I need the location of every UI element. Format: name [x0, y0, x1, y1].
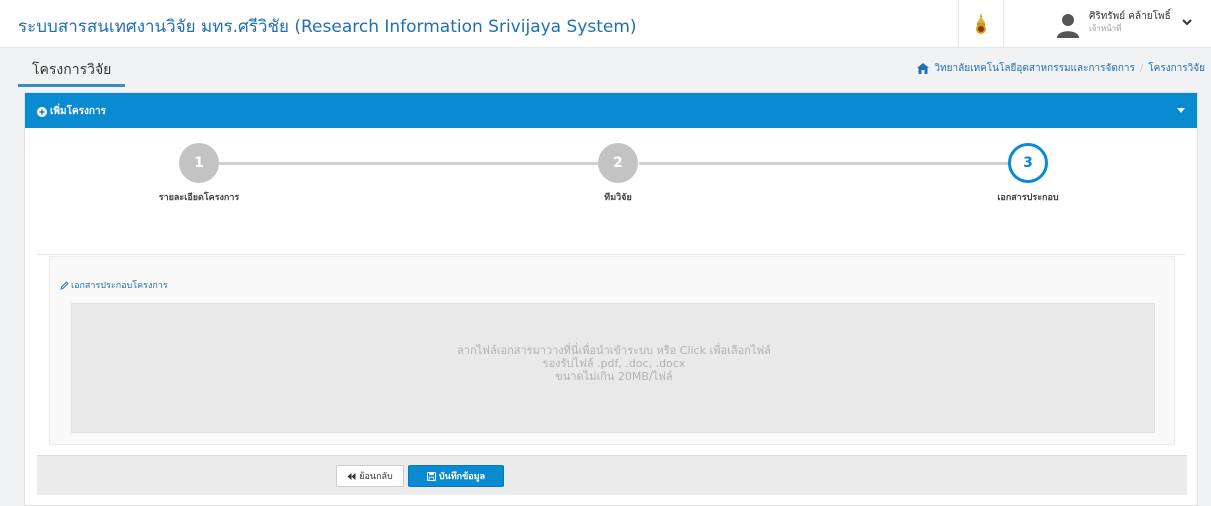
back-button[interactable]: ย้อนกลับ: [336, 465, 404, 487]
navbar-divider: [1003, 0, 1004, 48]
dropzone-instructions: ลากไฟล์เอกสารมาวางที่นี่เพื่อนำเข้าระบบ …: [72, 344, 1156, 383]
back-button-label: ย้อนกลับ: [359, 472, 393, 482]
step-2-label: ทีมวิจัย: [604, 193, 632, 203]
backward-icon: [347, 472, 356, 480]
page-header: โครงการวิจัย วิทยาลัยเทคโนโลยีอุตสาหกรรม…: [18, 48, 1211, 88]
dropzone-line-2: รองรับไฟล์ .pdf, .doc, .docx: [542, 357, 686, 370]
breadcrumb-separator: /: [1139, 63, 1144, 74]
save-icon: [426, 471, 436, 481]
dropzone-line-1: ลากไฟล์เอกสารมาวางที่นี่เพื่อนำเข้าระบบ …: [457, 344, 771, 357]
plus-circle-icon: [37, 106, 47, 117]
home-icon: [917, 63, 930, 74]
caret-down-icon[interactable]: [1177, 108, 1185, 113]
step-1-circle[interactable]: 1: [179, 143, 219, 183]
pencil-icon: [60, 280, 69, 290]
save-button[interactable]: บันทึกข้อมูล: [408, 465, 504, 487]
breadcrumb: วิทยาลัยเทคโนโลยีอุตสาหกรรมและการจัดการ …: [917, 61, 1205, 76]
top-navbar: ระบบสารสนเทศงานวิจัย มทร.ศรีวิชัย (Resea…: [0, 0, 1211, 48]
step-2-circle[interactable]: 2: [598, 143, 638, 183]
save-button-label: บันทึกข้อมูล: [438, 472, 486, 482]
file-dropzone[interactable]: ลากไฟล์เอกสารมาวางที่นี่เพื่อนำเข้าระบบ …: [71, 303, 1155, 433]
add-project-panel: เพิ่มโครงการ 1 รายละเอียดโครงการ 2 ทีมวิ…: [24, 92, 1198, 506]
stepper-divider: [37, 254, 1185, 255]
user-role: เจ้าหน้าที่: [1089, 24, 1122, 33]
page-title: โครงการวิจัย: [32, 62, 112, 78]
step-connector: [639, 162, 1009, 165]
chevron-down-icon[interactable]: [1181, 16, 1193, 28]
step-1-label: รายละเอียดโครงการ: [158, 193, 240, 203]
user-icon[interactable]: [1057, 12, 1079, 38]
step-3-label: เอกสารประกอบ: [997, 193, 1059, 203]
panel-footer: ย้อนกลับ บันทึกข้อมูล: [37, 455, 1187, 495]
panel-header[interactable]: เพิ่มโครงการ: [25, 93, 1197, 128]
step-3-circle[interactable]: 3: [1008, 143, 1048, 183]
step-connector: [219, 162, 599, 165]
wizard-stepper: 1 รายละเอียดโครงการ 2 ทีมวิจัย 3 เอกสารป…: [25, 128, 1197, 254]
attachment-section: เอกสารประกอบโครงการ ลากไฟล์เอกสารมาวางที…: [49, 256, 1175, 445]
panel-title-text: เพิ่มโครงการ: [50, 106, 106, 117]
breadcrumb-current[interactable]: โครงการวิจัย: [1148, 61, 1205, 76]
app-title[interactable]: ระบบสารสนเทศงานวิจัย มทร.ศรีวิชัย (Resea…: [18, 13, 637, 40]
breadcrumb-home[interactable]: วิทยาลัยเทคโนโลยีอุตสาหกรรมและการจัดการ: [934, 61, 1135, 76]
attachment-label-text: เอกสารประกอบโครงการ: [71, 281, 168, 291]
page-title-underline: [18, 84, 125, 87]
dropzone-line-3: ขนาดไม่เกิน 20MB/ไฟล์: [555, 370, 673, 383]
navbar-divider: [958, 0, 959, 48]
university-emblem-icon[interactable]: [974, 13, 988, 35]
attachment-label: เอกสารประกอบโครงการ: [60, 278, 168, 292]
panel-title: เพิ่มโครงการ: [37, 104, 106, 119]
